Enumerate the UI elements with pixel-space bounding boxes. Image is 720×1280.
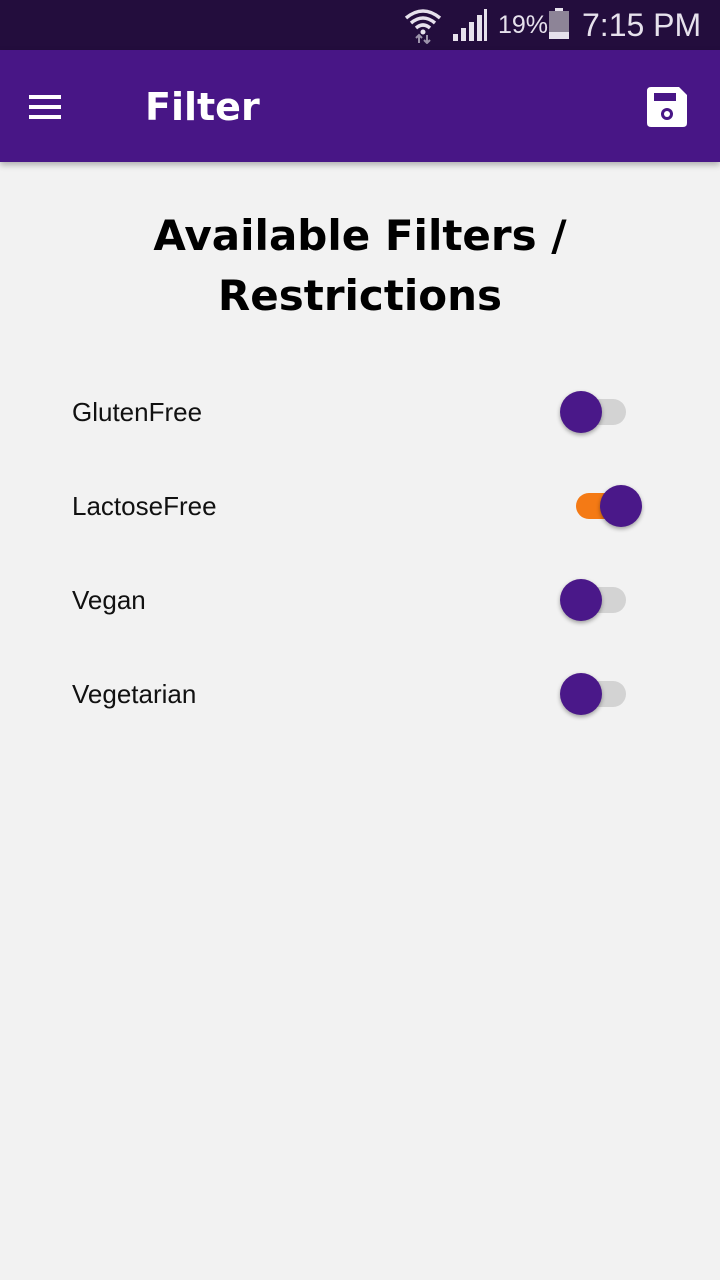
glutenfree-switch[interactable] bbox=[560, 390, 642, 434]
filter-label: GlutenFree bbox=[72, 397, 203, 427]
status-bar: 19% 7:15 PM bbox=[0, 0, 720, 50]
filter-label: Vegetarian bbox=[72, 679, 197, 709]
switch-thumb bbox=[560, 673, 602, 715]
switch-thumb bbox=[560, 391, 602, 433]
signal-icon bbox=[453, 9, 487, 41]
switch-thumb bbox=[560, 579, 602, 621]
switch-thumb bbox=[600, 485, 642, 527]
filter-label: Vegan bbox=[72, 585, 146, 615]
filters-heading: Available Filters / Restrictions bbox=[153, 211, 567, 320]
filter-label: LactoseFree bbox=[72, 491, 217, 521]
filter-row-vegetarian: Vegetarian bbox=[0, 658, 720, 728]
battery-icon bbox=[549, 8, 569, 39]
filter-row-lactosefree: LactoseFree bbox=[0, 470, 720, 540]
clock: 7:15 PM bbox=[582, 7, 702, 43]
wifi-icon bbox=[404, 9, 442, 44]
save-icon[interactable] bbox=[645, 85, 689, 129]
filter-row-vegan: Vegan bbox=[0, 564, 720, 634]
filter-row-glutenfree: GlutenFree bbox=[0, 376, 720, 446]
page-title: Filter bbox=[145, 85, 260, 129]
battery-percentage: 19% bbox=[498, 11, 549, 39]
lactosefree-switch[interactable] bbox=[560, 484, 642, 528]
app-bar: Filter bbox=[0, 50, 720, 162]
menu-icon[interactable] bbox=[28, 92, 62, 122]
vegetarian-switch[interactable] bbox=[560, 672, 642, 716]
vegan-switch[interactable] bbox=[560, 578, 642, 622]
